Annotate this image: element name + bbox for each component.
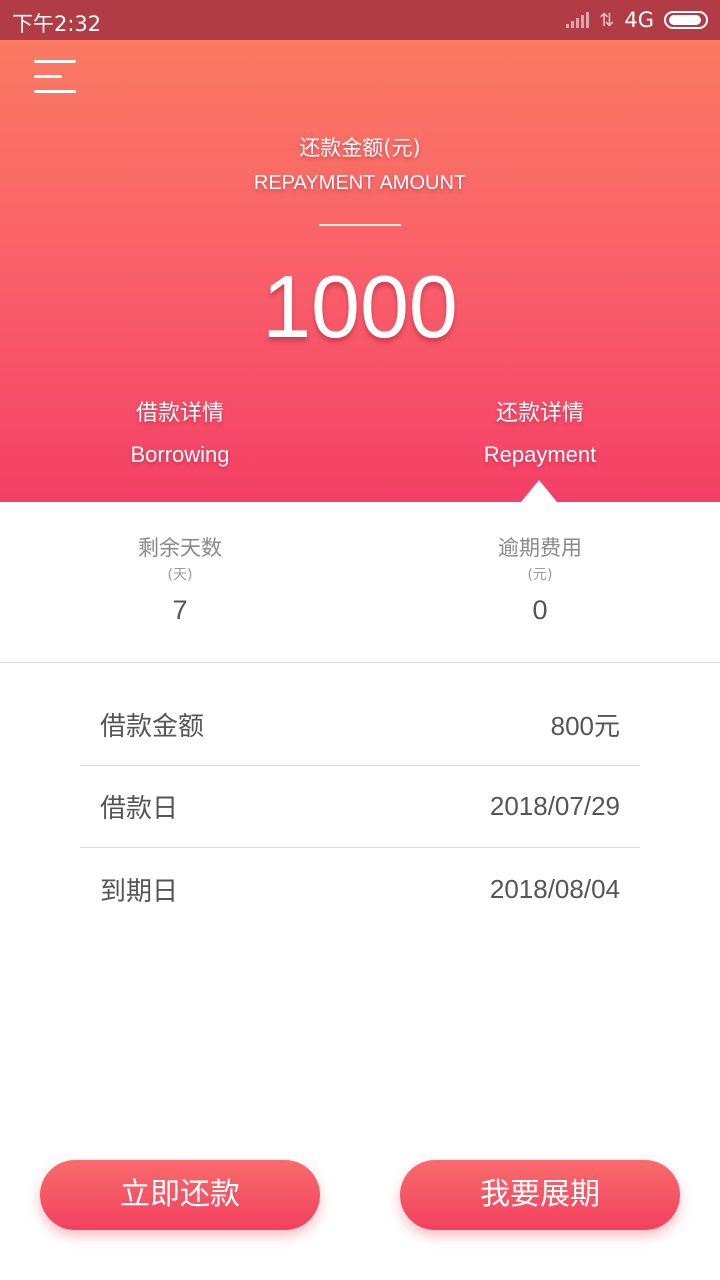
tab-repayment[interactable]: 还款详情 Repayment bbox=[360, 396, 720, 472]
title-divider bbox=[319, 224, 401, 226]
amount-title-en: REPAYMENT AMOUNT bbox=[253, 172, 467, 194]
stat-value: 7 bbox=[172, 595, 188, 625]
detail-value: 800元 bbox=[550, 711, 620, 741]
detail-row-due-date: 到期日 2018/08/04 bbox=[80, 848, 640, 930]
stat-unit: (元) bbox=[527, 567, 553, 583]
stat-unit: (天) bbox=[167, 567, 193, 583]
network-type: 4G bbox=[624, 8, 654, 32]
repay-now-button[interactable]: 立即还款 bbox=[40, 1160, 320, 1230]
tab-repayment-label-cn: 还款详情 bbox=[495, 401, 584, 426]
battery-icon bbox=[664, 11, 708, 29]
extend-loan-button[interactable]: 我要展期 bbox=[400, 1160, 680, 1230]
amount-title-cn: 还款金额(元) bbox=[299, 136, 421, 160]
loan-details-list: 借款金额 800元 借款日 2018/07/29 到期日 2018/08/04 bbox=[80, 684, 640, 930]
detail-label: 借款金额 bbox=[100, 712, 205, 742]
status-bar: 下午2:32 ⇅ 4G bbox=[0, 0, 720, 40]
detail-value: 2018/08/04 bbox=[489, 873, 620, 904]
detail-row-loan-amount: 借款金额 800元 bbox=[80, 684, 640, 766]
active-tab-indicator bbox=[521, 480, 557, 502]
tab-borrowing-label-en: Borrowing bbox=[130, 442, 230, 467]
detail-value: 2018/07/29 bbox=[489, 791, 620, 821]
repayment-amount: 1000 bbox=[262, 257, 458, 356]
tab-repayment-label-en: Repayment bbox=[483, 442, 597, 467]
stat-value: 0 bbox=[532, 595, 548, 625]
detail-label: 到期日 bbox=[100, 876, 179, 907]
stat-remaining-days: 剩余天数 (天) 7 bbox=[0, 532, 360, 630]
stat-label: 逾期费用 bbox=[498, 536, 582, 560]
detail-label: 借款日 bbox=[100, 794, 179, 824]
status-indicators: ⇅ 4G bbox=[566, 8, 708, 32]
menu-icon[interactable] bbox=[34, 60, 78, 96]
status-time: 下午2:32 bbox=[12, 12, 102, 36]
stat-label: 剩余天数 bbox=[138, 536, 222, 560]
stat-overdue-fee: 逾期费用 (元) 0 bbox=[360, 532, 720, 630]
tab-borrowing-label-cn: 借款详情 bbox=[135, 401, 224, 426]
repayment-header: 还款金额(元) REPAYMENT AMOUNT 1000 借款详情 Borro… bbox=[0, 40, 720, 502]
signal-icon bbox=[566, 12, 590, 28]
data-arrows-icon: ⇅ bbox=[599, 9, 615, 31]
stats-panel: 剩余天数 (天) 7 逾期费用 (元) 0 bbox=[0, 502, 720, 663]
tab-borrowing[interactable]: 借款详情 Borrowing bbox=[0, 396, 360, 472]
detail-row-loan-date: 借款日 2018/07/29 bbox=[80, 766, 640, 848]
